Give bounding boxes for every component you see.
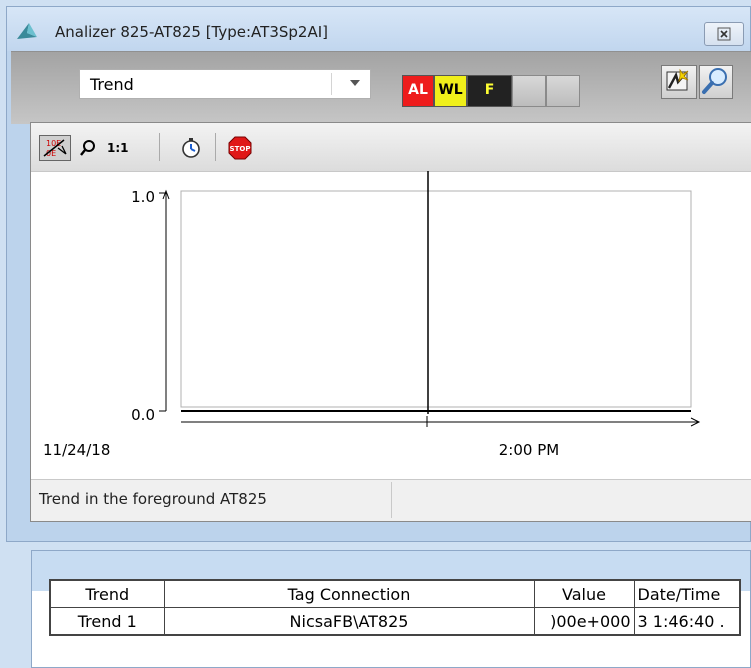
stop-button[interactable]: STOP — [227, 135, 253, 161]
stopwatch-icon — [182, 138, 200, 158]
reset-zoom-button[interactable]: 1:1 — [107, 135, 137, 161]
chart-toolbar: 10E 0E 1:1 STOP — [31, 123, 751, 172]
alarm-limit-indicator[interactable]: AL — [402, 75, 434, 107]
status-bar: Trend in the foreground AT825 — [31, 479, 751, 521]
y-tick-label: 0.0 — [131, 406, 155, 424]
chevron-down-icon — [350, 80, 360, 86]
tag-connection-cell: NicsaFB\AT825 — [163, 607, 535, 636]
trend-chart[interactable]: 1.0 0.0 11/24/18 2:00 PM — [31, 171, 751, 479]
column-header-tag-connection[interactable]: Tag Connection — [163, 579, 535, 608]
column-header-trend[interactable]: Trend — [49, 579, 165, 608]
x-tick-label: 2:00 PM — [499, 441, 559, 459]
app-logo-icon — [17, 23, 37, 39]
search-button[interactable] — [699, 65, 733, 99]
toolbar-divider — [215, 133, 216, 161]
status-divider — [391, 482, 392, 518]
status-text: Trend in the foreground AT825 — [39, 490, 267, 508]
close-button[interactable] — [704, 22, 744, 46]
view-select-dropdown[interactable]: Trend — [79, 69, 371, 99]
faceplate-tools-icon — [666, 68, 689, 91]
column-header-value[interactable]: Value — [533, 579, 635, 608]
y-tick-label: 1.0 — [131, 188, 155, 206]
zoom-icon — [80, 140, 95, 156]
stopwatch-button[interactable] — [179, 135, 203, 161]
trend-view: 10E 0E 1:1 STOP 1.0 0.0 11/24/18 2:00 PM… — [30, 122, 751, 522]
datetime-cell: 3 1:46:40 . — [633, 607, 741, 636]
trend-table[interactable]: Trend Tag Connection Value Date/Time Tre… — [49, 579, 741, 636]
view-select-value: Trend — [90, 75, 134, 94]
status-indicator-empty-2 — [546, 75, 580, 107]
warning-limit-indicator[interactable]: WL — [434, 75, 467, 107]
fault-indicator[interactable]: F — [467, 75, 512, 107]
window-title: Analizer 825-AT825 [Type:AT3Sp2AI] — [55, 23, 328, 41]
search-icon — [702, 68, 727, 94]
svg-text:STOP: STOP — [230, 145, 251, 153]
trend-cell: Trend 1 — [49, 607, 165, 636]
status-indicator-empty-1 — [512, 75, 546, 107]
table-header-row: Trend Tag Connection Value Date/Time — [49, 579, 741, 608]
x-start-label: 11/24/18 — [43, 441, 110, 459]
plot-area — [180, 190, 692, 408]
faceplate-toolbar: Trend AL WL F — [11, 51, 751, 124]
title-bar[interactable]: Analizer 825-AT825 [Type:AT3Sp2AI] — [7, 7, 750, 51]
time-scale-icon: 10E 0E — [43, 139, 67, 158]
table-row[interactable]: Trend 1 NicsaFB\AT825 )00e+000 3 1:46:40… — [49, 607, 741, 636]
close-icon — [717, 27, 731, 41]
stop-icon: STOP — [228, 136, 252, 160]
faceplate-tools-button[interactable] — [661, 65, 697, 99]
toolbar-divider — [159, 133, 160, 161]
zoom-button[interactable] — [79, 135, 97, 161]
time-scale-button[interactable]: 10E 0E — [39, 135, 71, 161]
column-header-datetime[interactable]: Date/Time — [633, 579, 741, 608]
trend-legend-panel: Trend Tag Connection Value Date/Time Tre… — [31, 550, 751, 668]
dropdown-divider — [331, 73, 332, 95]
value-cell: )00e+000 — [533, 607, 635, 636]
faceplate-window: Analizer 825-AT825 [Type:AT3Sp2AI] Trend… — [6, 6, 751, 542]
